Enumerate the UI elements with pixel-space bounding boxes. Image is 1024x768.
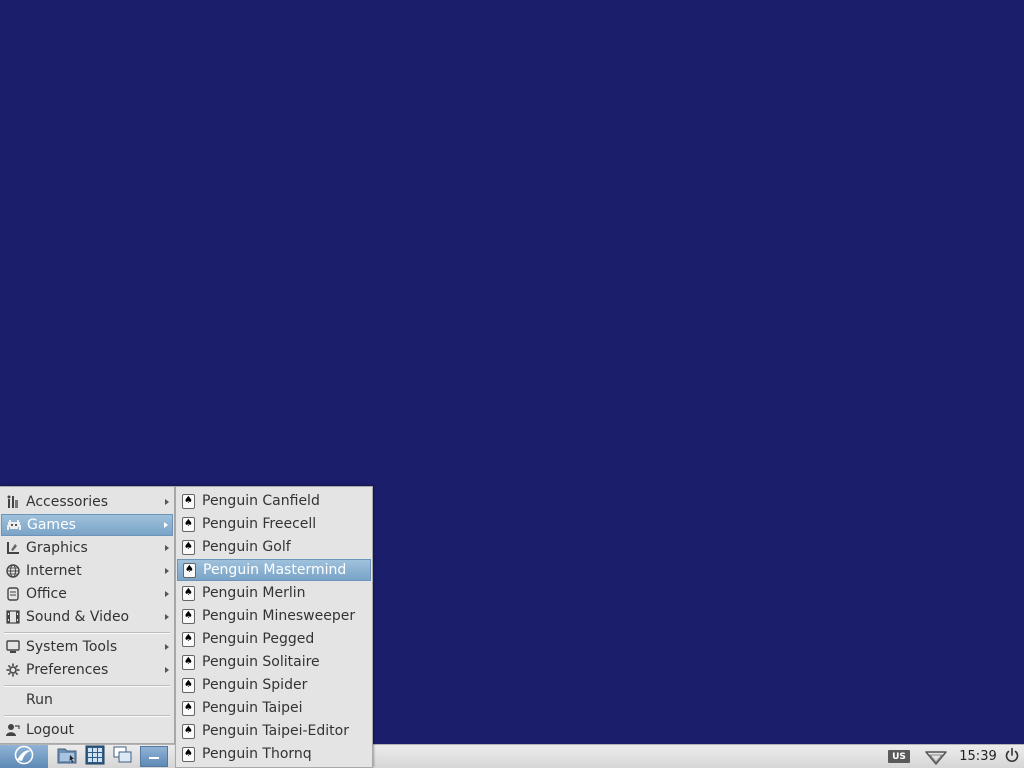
start-menu-button[interactable] xyxy=(0,745,48,768)
terminal-launcher[interactable] xyxy=(84,745,106,768)
menu-item-penguin-mastermind[interactable]: ♠ Penguin Mastermind xyxy=(177,559,371,581)
menu-item-graphics[interactable]: Graphics xyxy=(1,537,173,559)
submenu-arrow-icon xyxy=(165,591,169,597)
terminal-icon xyxy=(85,745,105,768)
menu-item-penguin-spider[interactable]: ♠ Penguin Spider xyxy=(177,674,371,696)
office-icon xyxy=(5,586,21,602)
menu-item-office[interactable]: Office xyxy=(1,583,173,605)
menu-item-preferences[interactable]: Preferences xyxy=(1,659,173,681)
taskbar: US 15:39 xyxy=(0,744,1024,768)
menu-item-accessories[interactable]: Accessories xyxy=(1,491,173,513)
minimize-icon xyxy=(148,749,160,765)
spade-card-icon: ♠ xyxy=(182,493,195,509)
power-icon xyxy=(1004,747,1020,767)
internet-icon xyxy=(5,563,21,579)
submenu-arrow-icon xyxy=(165,614,169,620)
submenu-arrow-icon xyxy=(165,644,169,650)
graphics-icon xyxy=(5,540,21,556)
menu-item-run[interactable]: Run xyxy=(1,689,173,711)
menu-item-penguin-taipei[interactable]: ♠ Penguin Taipei xyxy=(177,697,371,719)
submenu-arrow-icon xyxy=(165,545,169,551)
spade-card-icon: ♠ xyxy=(182,585,195,601)
spade-card-icon: ♠ xyxy=(182,631,195,647)
menu-item-sound-video[interactable]: Sound & Video xyxy=(1,606,173,628)
menu-item-penguin-thornq[interactable]: ♠ Penguin Thornq xyxy=(177,743,371,765)
menu-item-penguin-canfield[interactable]: ♠ Penguin Canfield xyxy=(177,490,371,512)
system-tools-icon xyxy=(5,639,21,655)
spade-card-icon: ♠ xyxy=(183,562,196,578)
preferences-icon xyxy=(5,662,21,678)
spade-card-icon: ♠ xyxy=(182,677,195,693)
games-icon xyxy=(6,517,22,533)
menu-item-penguin-merlin[interactable]: ♠ Penguin Merlin xyxy=(177,582,371,604)
menu-item-penguin-minesweeper[interactable]: ♠ Penguin Minesweeper xyxy=(177,605,371,627)
clock[interactable]: 15:39 xyxy=(958,745,998,768)
menu-item-games[interactable]: Games xyxy=(1,514,173,536)
start-logo-icon xyxy=(13,745,35,768)
window-switcher-launcher[interactable] xyxy=(112,746,134,768)
spade-card-icon: ♠ xyxy=(182,700,195,716)
spade-card-icon: ♠ xyxy=(182,654,195,670)
submenu-arrow-icon xyxy=(165,667,169,673)
menu-item-logout[interactable]: Logout xyxy=(1,719,173,741)
taskbar-task-button[interactable] xyxy=(140,746,168,767)
menu-item-penguin-solitaire[interactable]: ♠ Penguin Solitaire xyxy=(177,651,371,673)
spade-card-icon: ♠ xyxy=(182,723,195,739)
menu-item-internet[interactable]: Internet xyxy=(1,560,173,582)
menu-item-penguin-freecell[interactable]: ♠ Penguin Freecell xyxy=(177,513,371,535)
spade-card-icon: ♠ xyxy=(182,539,195,555)
application-menu: Accessories Games Graphics Internet Offi… xyxy=(0,486,175,744)
power-button[interactable] xyxy=(1002,747,1022,767)
menu-item-penguin-pegged[interactable]: ♠ Penguin Pegged xyxy=(177,628,371,650)
menu-separator xyxy=(4,715,170,717)
games-submenu: ♠ Penguin Canfield ♠ Penguin Freecell ♠ … xyxy=(175,486,373,768)
network-icon[interactable] xyxy=(924,748,948,766)
spade-card-icon: ♠ xyxy=(182,516,195,532)
menu-item-penguin-golf[interactable]: ♠ Penguin Golf xyxy=(177,536,371,558)
submenu-arrow-icon xyxy=(165,499,169,505)
spade-card-icon: ♠ xyxy=(182,608,195,624)
keyboard-layout-indicator[interactable]: US xyxy=(888,750,910,763)
accessories-icon xyxy=(5,494,21,510)
submenu-arrow-icon xyxy=(165,568,169,574)
menu-separator xyxy=(4,632,170,634)
sound-video-icon xyxy=(5,609,21,625)
logout-icon xyxy=(5,722,21,738)
menu-separator xyxy=(4,685,170,687)
file-manager-launcher[interactable] xyxy=(56,747,78,767)
menu-item-system-tools[interactable]: System Tools xyxy=(1,636,173,658)
window-switcher-icon xyxy=(113,746,133,768)
spade-card-icon: ♠ xyxy=(182,746,195,762)
menu-item-penguin-taipei-editor[interactable]: ♠ Penguin Taipei-Editor xyxy=(177,720,371,742)
submenu-arrow-icon xyxy=(164,522,168,528)
file-manager-icon xyxy=(57,746,77,768)
